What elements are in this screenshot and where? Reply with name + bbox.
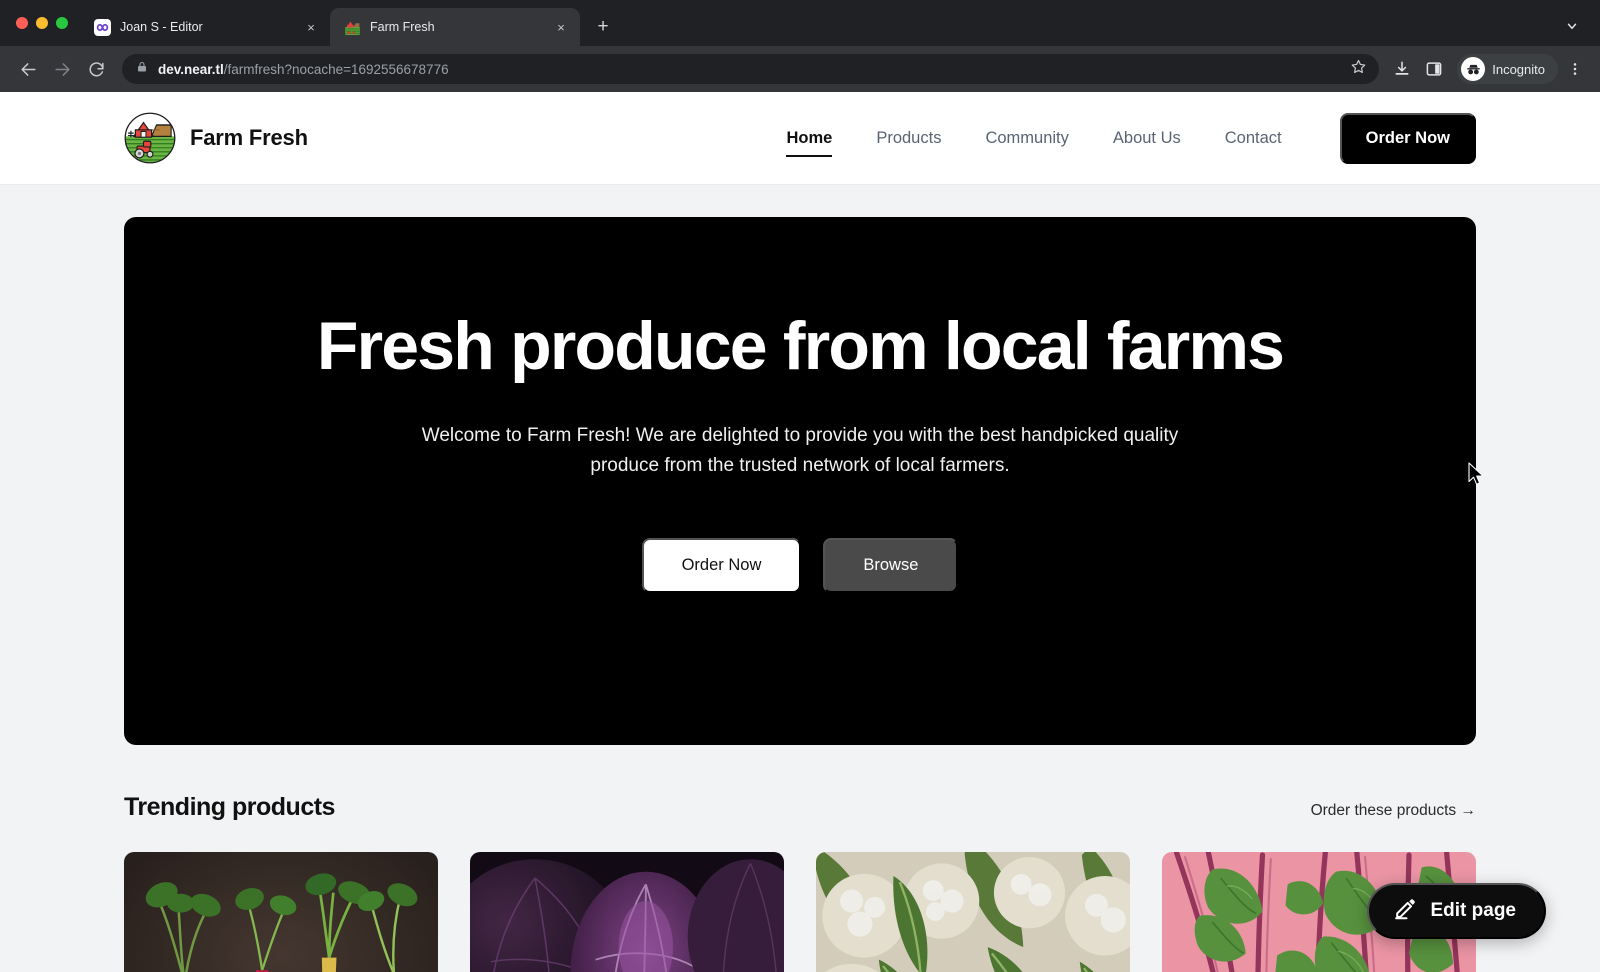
header-order-now-button[interactable]: Order Now <box>1339 112 1476 164</box>
brand-name: Farm Fresh <box>190 125 308 150</box>
hero-subtitle: Welcome to Farm Fresh! We are delighted … <box>421 424 1179 477</box>
browser-window: Joan S - Editor × Farm Fresh × + dev.nea… <box>0 0 1600 972</box>
hero-browse-button[interactable]: Browse <box>823 537 959 593</box>
edit-page-button[interactable]: Edit page <box>1367 883 1546 939</box>
tab-farm-fresh[interactable]: Farm Fresh × <box>330 8 580 46</box>
nav-item-home[interactable]: Home <box>764 117 854 159</box>
nav-item-contact[interactable]: Contact <box>1203 117 1304 159</box>
star-icon[interactable] <box>1350 58 1367 80</box>
tab-strip: Joan S - Editor × Farm Fresh × + <box>0 0 1600 46</box>
incognito-icon <box>1461 57 1486 81</box>
arrow-left-icon[interactable] <box>12 53 44 85</box>
hero-title: Fresh produce from local farms <box>316 308 1285 385</box>
nav-item-community[interactable]: Community <box>963 117 1090 159</box>
lock-icon <box>136 60 148 78</box>
close-tab-button[interactable]: × <box>552 18 570 36</box>
nav-item-about-us[interactable]: About Us <box>1091 117 1203 159</box>
url-host: dev.near.tl <box>158 61 224 77</box>
page-content: Fresh produce from local farms Welcome t… <box>0 185 1600 972</box>
chevron-down-icon[interactable] <box>1560 14 1584 38</box>
product-card-purple-cabbage[interactable] <box>470 852 784 972</box>
farm-logo-icon <box>124 112 176 164</box>
cauliflower-image <box>816 852 1130 972</box>
close-tab-button[interactable]: × <box>302 18 320 36</box>
site-header: Farm Fresh Home Products Community About… <box>0 92 1600 185</box>
arrow-right-icon[interactable] <box>46 53 78 85</box>
download-icon[interactable] <box>1387 54 1417 84</box>
pencil-edit-icon <box>1393 896 1418 927</box>
trending-products-grid <box>124 852 1476 972</box>
hero-actions: Order Now Browse <box>641 537 959 593</box>
maximize-window-button[interactable] <box>56 17 68 29</box>
close-window-button[interactable] <box>16 17 28 29</box>
hero-section: Fresh produce from local farms Welcome t… <box>124 217 1476 745</box>
new-tab-button[interactable]: + <box>588 12 618 42</box>
tab-title: Joan S - Editor <box>120 20 203 34</box>
nav-item-products[interactable]: Products <box>854 117 963 159</box>
tab-joan-s-editor[interactable]: Joan S - Editor × <box>80 8 330 46</box>
trending-section-header: Trending products Order these products → <box>124 793 1476 822</box>
order-these-products-link[interactable]: Order these products → <box>1311 802 1476 820</box>
farm-barn-icon <box>344 19 361 36</box>
rainbow-carrots-image <box>124 852 438 972</box>
address-bar[interactable]: dev.near.tl/farmfresh?nocache=1692556678… <box>122 54 1380 84</box>
profile-incognito-button[interactable]: Incognito <box>1457 54 1558 84</box>
tab-title: Farm Fresh <box>370 20 435 34</box>
purple-cabbage-image <box>470 852 784 972</box>
page-viewport: Farm Fresh Home Products Community About… <box>0 92 1600 972</box>
minimize-window-button[interactable] <box>36 17 48 29</box>
reload-icon[interactable] <box>80 53 112 85</box>
product-card-rainbow-carrots[interactable] <box>124 852 438 972</box>
side-panel-icon[interactable] <box>1419 54 1449 84</box>
section-title: Trending products <box>124 793 335 821</box>
product-card-cauliflower[interactable] <box>816 852 1130 972</box>
profile-label: Incognito <box>1492 61 1545 77</box>
main-navigation: Home Products Community About Us Contact… <box>764 112 1476 164</box>
url-path: /farmfresh?nocache=1692556678776 <box>223 61 449 77</box>
kebab-menu-icon[interactable] <box>1562 54 1588 84</box>
brand-logo-link[interactable]: Farm Fresh <box>124 112 308 164</box>
url-text: dev.near.tl/farmfresh?nocache=1692556678… <box>158 62 449 77</box>
edit-page-label: Edit page <box>1430 900 1516 921</box>
window-traffic-lights <box>14 0 80 46</box>
infinity-mask-icon <box>94 18 111 36</box>
browser-toolbar: dev.near.tl/farmfresh?nocache=1692556678… <box>0 46 1600 92</box>
hero-order-now-button[interactable]: Order Now <box>641 537 802 593</box>
